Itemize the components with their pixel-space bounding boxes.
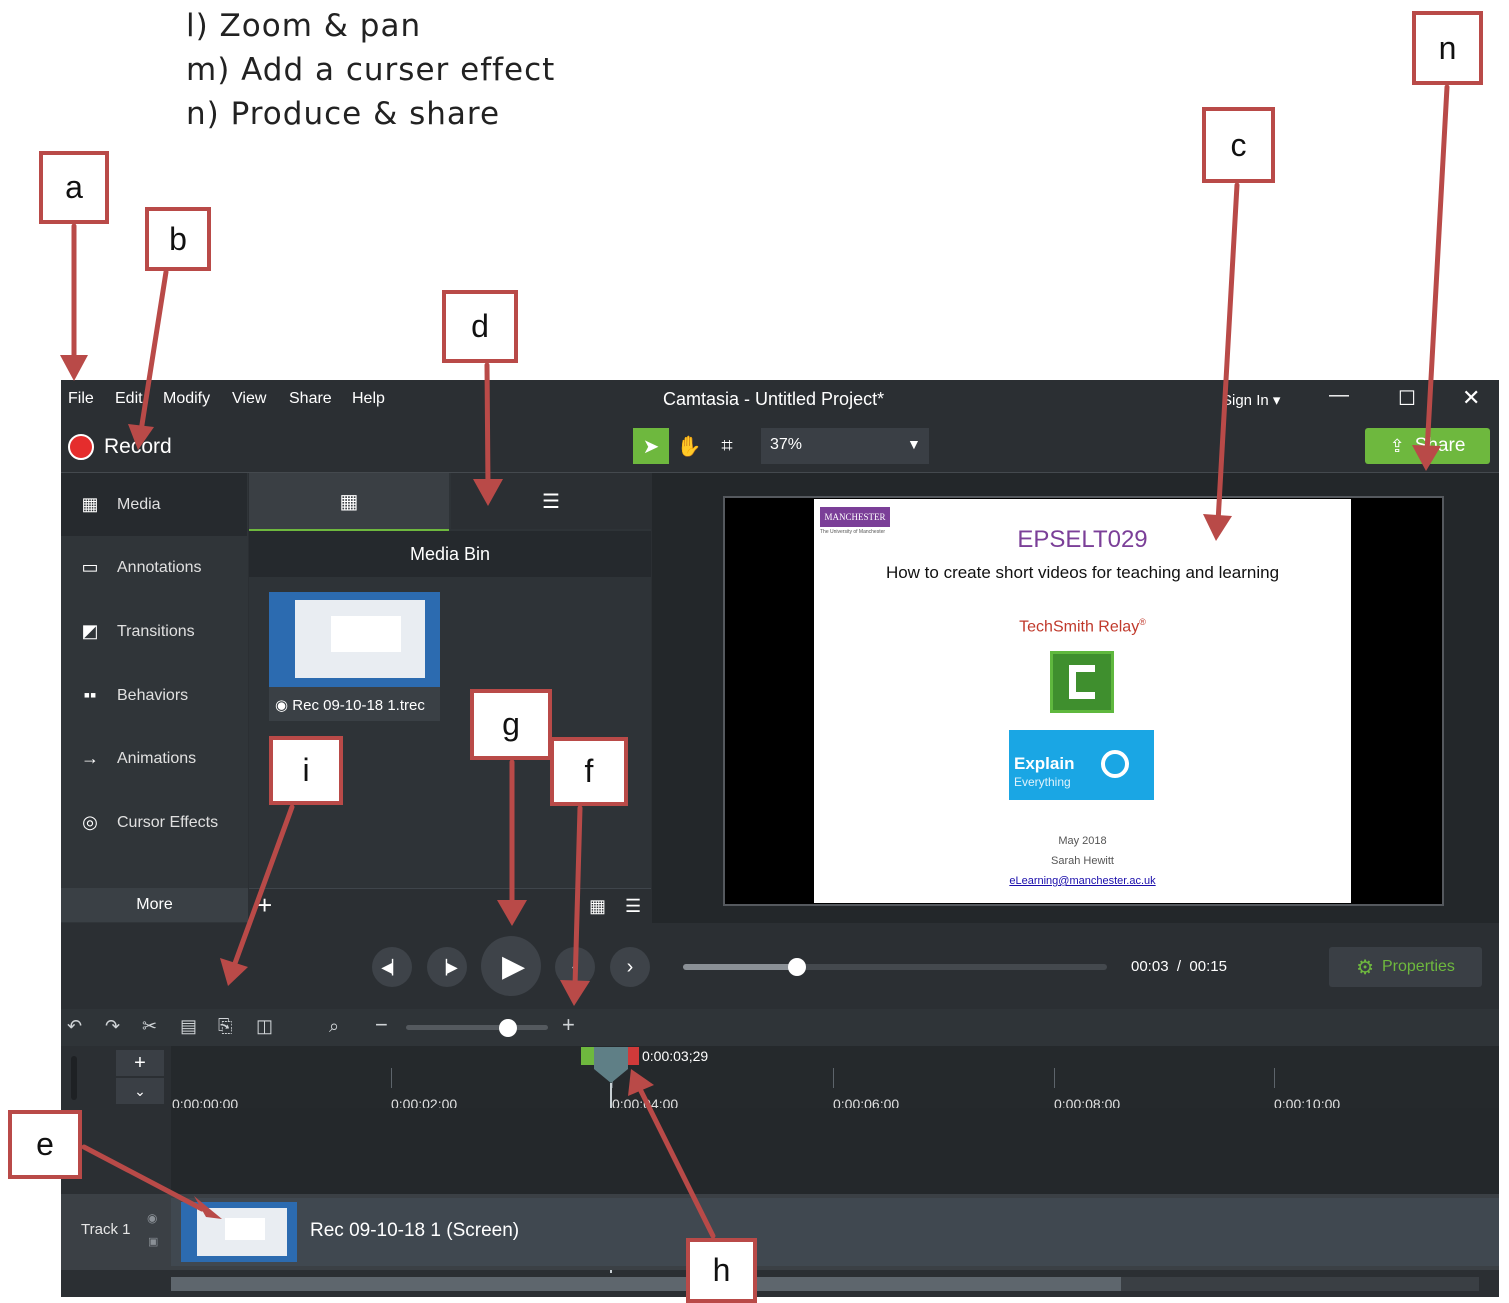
- arrowhead-f: [560, 980, 590, 1006]
- callout-arrows: [60, 84, 1450, 1239]
- arrow-c: [1215, 182, 1240, 525]
- arrowhead-g: [497, 900, 527, 926]
- arrowhead-n: [1412, 445, 1441, 471]
- arrowhead-c: [1203, 514, 1232, 541]
- arrowhead-a: [60, 355, 88, 381]
- arrowhead-b: [128, 424, 154, 450]
- arrow-i: [231, 804, 295, 969]
- arrow-b: [138, 269, 169, 434]
- arrow-h: [638, 1088, 716, 1239]
- arrow-n: [1424, 84, 1450, 455]
- arrow-f: [572, 805, 583, 989]
- arrowhead-d: [473, 479, 503, 506]
- arrow-d: [484, 362, 491, 490]
- arrow-e: [81, 1144, 205, 1212]
